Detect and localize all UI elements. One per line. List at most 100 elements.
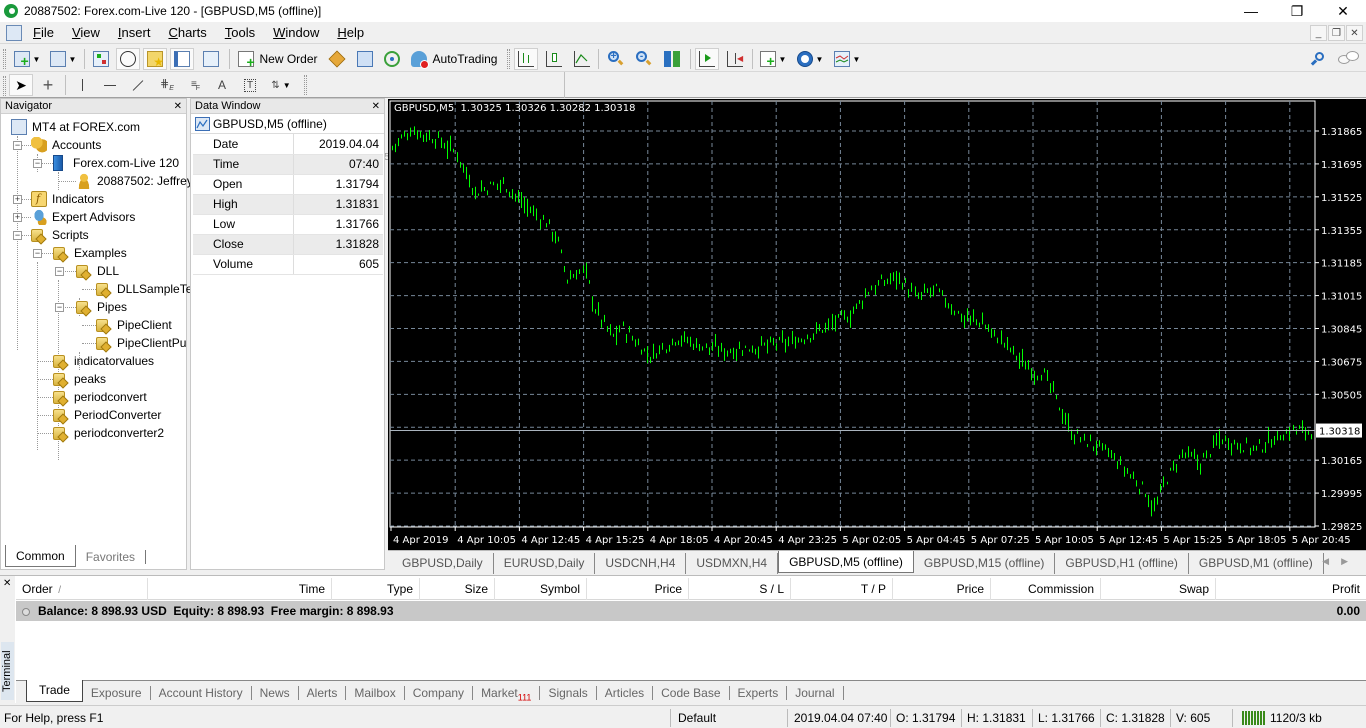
column-header-symbol[interactable]: Symbol	[495, 578, 587, 600]
candlestick-button[interactable]	[542, 48, 566, 70]
zoom-in-button[interactable]: +	[604, 48, 628, 70]
mdi-minimize-button[interactable]: _	[1310, 25, 1327, 41]
terminal-tab-experts[interactable]: Experts	[730, 685, 788, 700]
chart-tab-gbpusd-m15-offline[interactable]: GBPUSD,M15 (offline)	[914, 552, 1056, 574]
minimize-button[interactable]: —	[1228, 0, 1274, 22]
trendline-button[interactable]	[128, 74, 148, 96]
navigator-item-indicatorvalues[interactable]: indicatorvalues	[53, 352, 154, 370]
navigator-item-accounts[interactable]: Accounts	[31, 136, 101, 154]
close-button[interactable]: ✕	[1320, 0, 1366, 22]
chart-tab-gbpusd-m5-offline[interactable]: GBPUSD,M5 (offline)	[778, 551, 914, 573]
indicators-dropdown-button[interactable]: + ▼	[757, 48, 789, 70]
chart-canvas[interactable]: 1.31865 1.31695 1.31525 1.31355 1.31185 1.310…	[388, 99, 1366, 550]
column-header-time[interactable]: Time	[148, 578, 332, 600]
expand-toggle-icon[interactable]: +	[13, 213, 22, 222]
market-button[interactable]	[325, 48, 349, 70]
collapse-toggle-icon[interactable]: −	[13, 231, 22, 240]
terminal-tab-market[interactable]: Market111	[473, 685, 541, 702]
chart-tab-gbpusd-daily[interactable]: GBPUSD,Daily	[392, 552, 494, 574]
navigator-item-periodconvert[interactable]: periodconvert	[53, 388, 147, 406]
terminal-close-button[interactable]: ✕	[3, 578, 11, 589]
navigator-item-peaks[interactable]: peaks	[53, 370, 106, 388]
navigator-item-periodconverter[interactable]: PeriodConverter	[53, 406, 161, 424]
column-header-price-current[interactable]: Price	[893, 578, 991, 600]
arrows-dropdown-button[interactable]: ⇅ ▼	[266, 74, 296, 96]
text-label-button[interactable]: T	[240, 74, 260, 96]
fibonacci-button[interactable]: ≡F	[184, 74, 206, 96]
mdi-restore-button[interactable]: ❐	[1328, 25, 1345, 41]
navigator-item-pipeclient[interactable]: PipeClient	[96, 316, 172, 334]
menu-tools[interactable]: Tools	[216, 25, 264, 40]
column-header-type[interactable]: Type	[332, 578, 420, 600]
terminal-tab-account-history[interactable]: Account History	[151, 685, 252, 700]
terminal-tab-signals[interactable]: Signals	[540, 685, 597, 700]
menu-window[interactable]: Window	[264, 25, 328, 40]
new-order-button[interactable]: + New Order	[236, 48, 320, 70]
mdi-close-button[interactable]: ✕	[1346, 25, 1363, 41]
collapse-toggle-icon[interactable]: −	[55, 267, 64, 276]
tile-windows-button[interactable]	[660, 48, 684, 70]
navigator-item-20887502-jeffrey[interactable]: 20887502: Jeffrey	[76, 172, 193, 190]
periods-dropdown-button[interactable]: ▼	[794, 48, 826, 70]
menu-charts[interactable]: Charts	[159, 25, 215, 40]
collapse-toggle-icon[interactable]: −	[33, 249, 42, 258]
terminal-tab-articles[interactable]: Articles	[597, 685, 654, 700]
zoom-out-button[interactable]: -	[632, 48, 656, 70]
terminal-tab-company[interactable]: Company	[405, 685, 474, 700]
navigator-item-pipeclientpu[interactable]: PipeClientPu	[96, 334, 186, 352]
terminal-tab-trade[interactable]: Trade	[26, 680, 83, 702]
chart-tab-usdcnh-h4[interactable]: USDCNH,H4	[595, 552, 687, 574]
navigator-item-mt4-at-forex-com[interactable]: MT4 at FOREX.com	[11, 118, 140, 136]
toolbar-grip[interactable]	[3, 49, 6, 69]
column-header-s-l[interactable]: S / L	[689, 578, 791, 600]
terminal-button[interactable]	[170, 48, 194, 70]
terminal-tab-alerts[interactable]: Alerts	[299, 685, 347, 700]
navigator-item-expert-advisors[interactable]: Expert Advisors	[31, 208, 135, 226]
chat-button[interactable]	[1336, 48, 1362, 70]
collapse-toggle-icon[interactable]: −	[33, 159, 42, 168]
equidistant-channel-button[interactable]: ⋕E	[156, 74, 178, 96]
navigator-item-forex-com-live-120[interactable]: Forex.com-Live 120	[53, 154, 179, 172]
chart-tab-gbpusd-m1-offline[interactable]: GBPUSD,M1 (offline)	[1189, 552, 1324, 574]
templates-dropdown-button[interactable]: ▼	[831, 48, 863, 70]
navigator-close-button[interactable]: ✕	[174, 99, 182, 114]
crosshair-button[interactable]: +	[36, 74, 60, 96]
column-header-price[interactable]: Price	[587, 578, 689, 600]
chart-tab-usdmxn-h4[interactable]: USDMXN,H4	[686, 552, 779, 574]
autotrading-button[interactable]: AutoTrading	[408, 48, 500, 70]
strategy-tester-button[interactable]	[199, 48, 223, 70]
profiles-button[interactable]: ▼	[47, 48, 79, 70]
navigator-item-periodconverter2[interactable]: periodconverter2	[53, 424, 164, 442]
navigator-item-indicators[interactable]: f Indicators	[31, 190, 104, 208]
column-header-size[interactable]: Size	[420, 578, 495, 600]
menu-view[interactable]: View	[63, 25, 109, 40]
bar-chart-button[interactable]	[514, 48, 538, 70]
column-header-t-p[interactable]: T / P	[791, 578, 893, 600]
terminal-tab-exposure[interactable]: Exposure	[83, 685, 151, 700]
menu-insert[interactable]: Insert	[109, 25, 160, 40]
new-chart-button[interactable]: + ▼	[10, 48, 44, 70]
vertical-line-button[interactable]	[72, 74, 92, 96]
price-chart[interactable]: 1.31865 1.31695 1.31525 1.31355 1.31185 1.310…	[388, 99, 1366, 550]
column-header-commission[interactable]: Commission	[991, 578, 1101, 600]
chart-tab-eurusd-daily[interactable]: EURUSD,Daily	[494, 552, 596, 574]
terminal-tab-mailbox[interactable]: Mailbox	[346, 685, 405, 700]
restore-button[interactable]: ❐	[1274, 0, 1320, 22]
line-chart-button[interactable]	[570, 48, 594, 70]
text-button[interactable]: A	[212, 74, 232, 96]
chart-tab-gbpusd-h1-offline[interactable]: GBPUSD,H1 (offline)	[1055, 552, 1189, 574]
menu-file[interactable]: File	[24, 25, 63, 40]
navigator-tab-common[interactable]: Common	[5, 545, 76, 567]
menu-help[interactable]: Help	[328, 25, 373, 40]
chart-tabs-scroll-arrows-icon[interactable]: ◀▶	[1322, 556, 1360, 567]
navigator-item-scripts[interactable]: Scripts	[31, 226, 89, 244]
column-header-swap[interactable]: Swap	[1101, 578, 1216, 600]
signals-button[interactable]	[353, 48, 377, 70]
auto-scroll-button[interactable]	[695, 48, 719, 70]
terminal-tab-journal[interactable]: Journal	[787, 685, 844, 700]
navigator-item-dll[interactable]: DLL	[76, 262, 119, 280]
cursor-button[interactable]: ➤	[9, 74, 33, 96]
navigator-item-examples[interactable]: Examples	[53, 244, 127, 262]
market-watch-button[interactable]	[90, 48, 112, 70]
data-window-button[interactable]	[116, 48, 140, 70]
